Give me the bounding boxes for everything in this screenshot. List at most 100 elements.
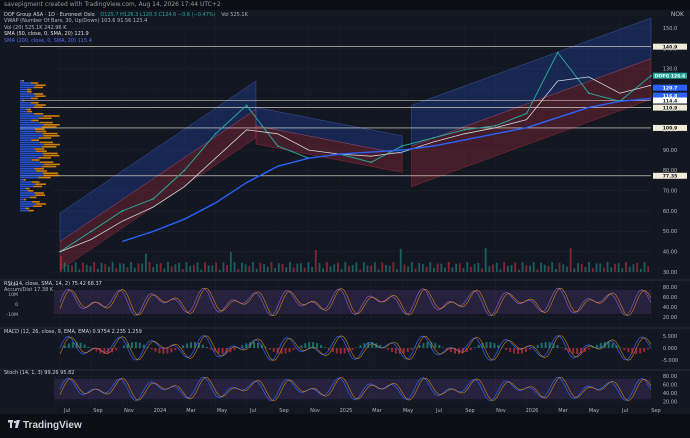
- macd-legend: MACD (12, 26, close, 9, EMA, EMA) 0.9754…: [4, 329, 142, 335]
- volume-profile-bar-down: [27, 110, 33, 113]
- macd-tick-label: 0.000: [663, 346, 677, 352]
- tradingview-mark-icon: [8, 420, 20, 428]
- macd-histogram-bar: [71, 342, 74, 348]
- volume-profile-bar-up: [20, 126, 42, 128]
- volume-profile-bar-up: [20, 148, 35, 150]
- volume-bar: [233, 262, 236, 272]
- volume-profile-bar-up: [20, 84, 36, 86]
- macd-histogram-bar: [564, 348, 567, 351]
- volume-profile-bar-down: [43, 143, 60, 146]
- volume-bar: [325, 262, 328, 272]
- macd-histogram-bar: [615, 345, 618, 348]
- price-point: [494, 124, 497, 127]
- macd-histogram-bar: [430, 342, 433, 348]
- macd-histogram-bar: [603, 342, 606, 348]
- volume-profile-bar-up: [20, 165, 42, 168]
- macd-histogram-bar: [371, 342, 374, 348]
- macd-tick-label: -5.000: [662, 358, 678, 364]
- price-tick-label: 70.00: [663, 189, 677, 195]
- rsi-tick-label: 20.00: [663, 315, 677, 321]
- price-badge: 77.35: [653, 172, 687, 180]
- volume-bar: [421, 264, 424, 272]
- macd-histogram-bar: [473, 347, 476, 348]
- macd-histogram-bar: [154, 348, 157, 352]
- rsi-tick-label: 60.00: [663, 295, 677, 301]
- volume-bar: [470, 266, 472, 272]
- volume-profile-bar-down: [43, 115, 60, 117]
- volume-bar: [93, 262, 96, 272]
- macd-histogram-bar: [87, 346, 90, 348]
- volume-bar: [281, 263, 284, 272]
- volume-bar: [348, 265, 350, 272]
- volume-bar: [104, 264, 107, 272]
- volume-profile-bar-down: [35, 194, 46, 196]
- volume-profile-bar-down: [33, 93, 44, 95]
- volume-bar: [377, 269, 380, 272]
- volume-profile-bar-up: [20, 93, 34, 95]
- volume-profile-bar-down: [34, 128, 45, 130]
- macd-histogram-bar: [63, 345, 66, 348]
- rsi-pane: 80.0060.0040.0020.0020M10M0-10M: [0, 279, 690, 321]
- volume-profile-bar-down: [33, 86, 43, 89]
- volume-profile-bar-down: [35, 183, 46, 185]
- volume-bar: [189, 265, 192, 272]
- volume-profile-bar-down: [38, 157, 52, 159]
- volume-profile-bar-up: [20, 139, 32, 141]
- volume-profile-bar-up: [20, 157, 39, 159]
- volume-bar: [566, 266, 568, 272]
- price-point: [650, 74, 652, 77]
- price-badge: 140.9: [653, 43, 687, 50]
- chart-canvas[interactable]: 150.0140.0130.0120.0110.0100.090.0080.00…: [0, 0, 690, 414]
- volume-profile-bar-down: [43, 163, 60, 166]
- volume-profile-bar-up: [20, 183, 36, 185]
- volume-profile-bar-up: [20, 95, 36, 97]
- volume-bar: [296, 263, 299, 272]
- volume-bar: [270, 262, 273, 272]
- volume-profile-bar-down: [34, 148, 45, 150]
- volume-bar: [170, 266, 173, 272]
- macd-histogram-bar: [126, 343, 129, 348]
- volume-bar: [215, 262, 217, 272]
- volume-profile-bar-up: [20, 198, 24, 201]
- macd-histogram-bar: [623, 348, 626, 351]
- volume-bar: [196, 262, 199, 272]
- macd-histogram-bar: [115, 348, 118, 351]
- volume-profile-bar-down: [35, 104, 46, 106]
- volume-bar: [226, 264, 229, 272]
- macd-tick-label: 5.000: [663, 334, 677, 340]
- volume-bar: [144, 253, 147, 272]
- volume-profile-bar-down: [34, 168, 44, 170]
- macd-histogram-bar: [481, 343, 484, 348]
- volume-profile-bar-down: [35, 130, 47, 133]
- stoch-band: [54, 378, 651, 400]
- volume-bar: [285, 267, 288, 272]
- volume-bar: [204, 262, 206, 272]
- volume-bar: [514, 262, 517, 272]
- macd-histogram-bar: [520, 348, 523, 354]
- volume-profile-bar-down: [34, 113, 44, 115]
- volume-bar: [632, 264, 635, 272]
- volume-bar: [536, 269, 539, 272]
- volume-bar: [111, 262, 114, 272]
- volume-bar: [318, 263, 321, 272]
- macd-histogram-bar: [170, 348, 173, 353]
- macd-histogram-bar: [497, 345, 500, 348]
- price-badge: 120.7: [653, 84, 687, 91]
- macd-histogram-bar: [406, 348, 409, 353]
- brand-name: TradingView: [23, 420, 82, 431]
- volume-bar: [628, 266, 631, 272]
- volume-profile-bar-down: [35, 203, 46, 205]
- volume-bar: [229, 251, 232, 272]
- macd-histogram-bar: [493, 343, 496, 348]
- volume-bar: [366, 265, 369, 272]
- volume-bar: [359, 269, 361, 272]
- volume-profile-bar-down: [41, 146, 57, 148]
- tradingview-logo: TradingView: [8, 420, 82, 431]
- volume-bar: [108, 266, 110, 272]
- volume-profile-bar-up: [20, 91, 28, 93]
- volume-profile-bar-up: [20, 194, 36, 196]
- volume-bar: [506, 265, 509, 272]
- volume-bar: [163, 268, 166, 272]
- volume-bar: [174, 264, 177, 272]
- volume-bar: [595, 263, 598, 272]
